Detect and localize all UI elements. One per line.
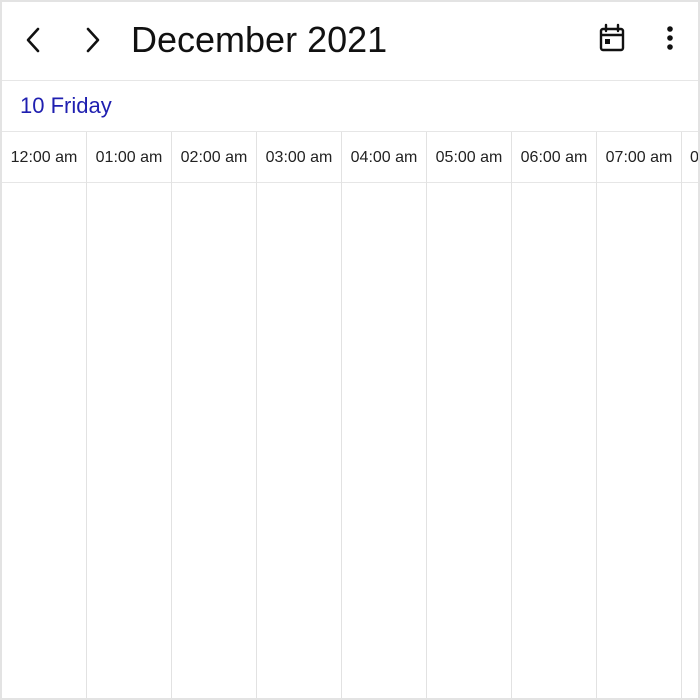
date-header: 10 Friday	[2, 81, 698, 132]
time-slot-label: 06:00 am	[520, 149, 588, 166]
time-slot-column[interactable]: 03:00 am	[257, 132, 342, 698]
time-slot-label: 02:00 am	[180, 149, 248, 166]
time-slot-column[interactable]: 12:00 am	[2, 132, 87, 698]
scheduler-header: December 2021	[2, 2, 698, 81]
time-slot-column[interactable]: 07:00 am	[597, 132, 682, 698]
chevron-right-icon	[83, 25, 103, 55]
chevron-left-icon	[23, 25, 43, 55]
time-slot-label: 07:00 am	[605, 149, 673, 166]
scheduler-window: December 2021 10 Friday 12:00 am 01:00 a…	[0, 0, 700, 700]
calendar-icon	[598, 23, 626, 58]
time-slot-label: 03:00 am	[265, 149, 333, 166]
time-slot-label: 12:00 am	[10, 149, 78, 166]
time-slot-column[interactable]: 02:00 am	[172, 132, 257, 698]
time-slot-label: 0	[682, 148, 698, 168]
time-slot-label: 05:00 am	[435, 149, 503, 166]
next-month-button[interactable]	[78, 23, 108, 57]
time-slot-label: 04:00 am	[350, 149, 418, 166]
timeline-grid: 12:00 am 01:00 am 02:00 am 03:00 am 04:00 am…	[2, 132, 698, 698]
header-title[interactable]: December 2021	[131, 18, 387, 62]
today-button[interactable]	[596, 23, 628, 58]
day-label[interactable]: 10 Friday	[20, 93, 112, 119]
more-vertical-icon	[665, 24, 675, 57]
time-slot-column[interactable]: 06:00 am	[512, 132, 597, 698]
time-slot-column[interactable]: 01:00 am	[87, 132, 172, 698]
previous-month-button[interactable]	[18, 23, 48, 57]
time-slot-column[interactable]: 04:00 am	[342, 132, 427, 698]
time-slot-label: 01:00 am	[95, 149, 163, 166]
time-slot-column[interactable]: 05:00 am	[427, 132, 512, 698]
more-options-button[interactable]	[658, 24, 682, 56]
time-slot-column[interactable]: 0	[682, 132, 698, 698]
